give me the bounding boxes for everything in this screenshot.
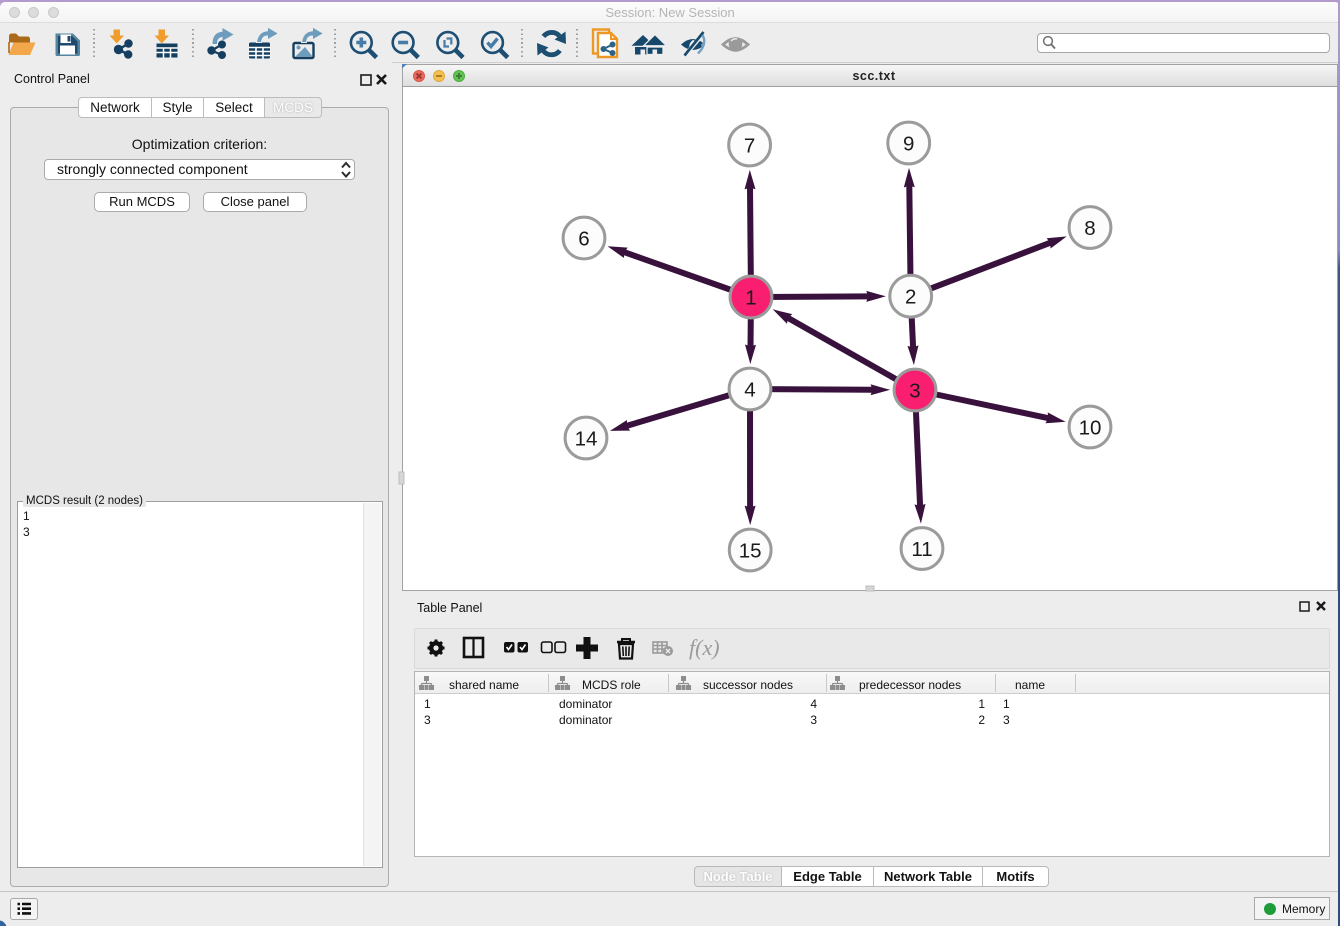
svg-text:f(x): f(x) [689, 635, 720, 660]
